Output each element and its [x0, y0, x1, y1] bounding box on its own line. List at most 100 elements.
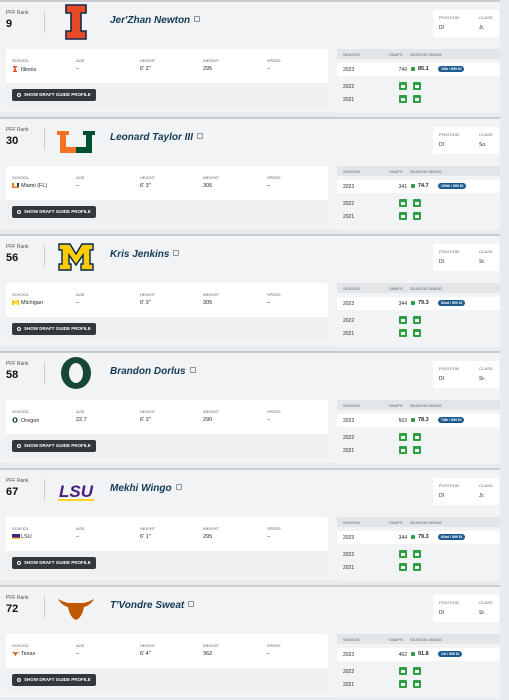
player-name[interactable]: Brandon Dorlus [110, 366, 186, 377]
school: SCHOOL Texas [12, 643, 35, 657]
locked-grade-icon[interactable] [413, 199, 421, 207]
speed: SPEED – [267, 409, 281, 423]
show-draft-guide-profile-button[interactable]: SHOW DRAFT GUIDE PROFILE [12, 323, 96, 335]
locked-grade-icon[interactable] [413, 550, 421, 558]
class-label: CLASS [479, 15, 493, 20]
grade-row-2023: 2023 344 79.3 62nd / 899 DI [337, 531, 500, 544]
player-name-link[interactable]: Brandon Dorlus [110, 366, 196, 377]
locked-snaps-icon[interactable] [399, 667, 407, 675]
locked-snaps-icon[interactable] [399, 446, 407, 454]
flag-icon[interactable] [175, 484, 182, 490]
player-name[interactable]: Jer'Zhan Newton [110, 15, 190, 26]
player-name[interactable]: Mekhi Wingo [110, 483, 172, 494]
school-mini-logo [12, 534, 20, 539]
grade-row-grade: 79.3 [418, 534, 429, 540]
show-draft-guide-profile-button[interactable]: SHOW DRAFT GUIDE PROFILE [12, 89, 96, 101]
grade-row-season: 2023 [343, 535, 355, 541]
grade-row-season: 2023 [343, 184, 355, 190]
flag-icon[interactable] [188, 601, 195, 607]
age-value: – [76, 651, 80, 657]
player-name[interactable]: Leonard Taylor III [110, 132, 193, 143]
locked-snaps-icon[interactable] [399, 212, 407, 220]
locked-snaps-icon[interactable] [399, 82, 407, 90]
locked-grade-icon[interactable] [413, 680, 421, 688]
weight-value: 305 [203, 183, 213, 189]
player-name[interactable]: Kris Jenkins [110, 249, 169, 260]
locked-grade-icon[interactable] [413, 212, 421, 220]
player-name-link[interactable]: Jer'Zhan Newton [110, 15, 201, 26]
school-mini-logo [12, 651, 19, 656]
season-grade-table: SEASON SNAPS SEASON GRADE 2023 563 78.3 … [337, 400, 500, 464]
locked-grade-icon[interactable] [413, 82, 421, 90]
grade-row-season: 2022 [343, 435, 355, 441]
speed: SPEED – [267, 292, 281, 306]
height-value: 6' 3" [140, 300, 151, 306]
locked-snaps-icon[interactable] [399, 199, 407, 207]
flag-icon[interactable] [194, 16, 201, 22]
season-grade-header: SEASON GRADE [410, 52, 443, 57]
season-grade-header: SEASON GRADE [410, 637, 443, 642]
flag-icon[interactable] [196, 133, 203, 139]
player-name-link[interactable]: T'Vondre Sweat [110, 600, 195, 611]
grade-row-season: 2021 [343, 97, 355, 103]
locked-grade-icon[interactable] [413, 446, 421, 454]
player-name-link[interactable]: Kris Jenkins [110, 249, 180, 260]
age-label: AGE [76, 175, 85, 180]
pff-rank-label: PFF Rank [6, 478, 29, 484]
class: CLASS Sr. [479, 600, 493, 616]
player-name-link[interactable]: Leonard Taylor III [110, 132, 203, 143]
weight: WEIGHT 295 [203, 526, 219, 540]
height-label: HEIGHT [140, 292, 156, 297]
position: POSITION DI [439, 15, 459, 31]
flag-icon[interactable] [173, 250, 180, 256]
profile-strip: SHOW DRAFT GUIDE PROFILE [6, 200, 328, 224]
school-label: SCHOOL [12, 292, 29, 297]
age: AGE – [76, 292, 84, 306]
locked-snaps-icon[interactable] [399, 550, 407, 558]
pff-rank-label: PFF Rank [6, 244, 29, 250]
locked-grade-icon[interactable] [413, 329, 421, 337]
grade-row-season: 2022 [343, 552, 355, 558]
locked-snaps-icon[interactable] [399, 680, 407, 688]
locked-grade-icon[interactable] [413, 316, 421, 324]
class: CLASS Sr. [479, 249, 493, 265]
school: SCHOOL Illinois [12, 58, 36, 73]
grade-row-2023: 2023 344 79.3 62nd / 899 DI [337, 297, 500, 310]
player-card-illinois: PFF Rank 9 Jer'Zhan Newton POSITION DI C… [0, 0, 500, 113]
locked-grade-icon[interactable] [413, 563, 421, 571]
player-name-link[interactable]: Mekhi Wingo [110, 483, 182, 494]
grade-row-2022: 2022 [337, 431, 500, 444]
locked-grade-icon[interactable] [413, 433, 421, 441]
show-draft-guide-profile-label: SHOW DRAFT GUIDE PROFILE [24, 443, 91, 448]
grade-row-season: 2022 [343, 669, 355, 675]
height-label: HEIGHT [140, 58, 156, 63]
profile-strip: SHOW DRAFT GUIDE PROFILE [6, 551, 328, 575]
player-name[interactable]: T'Vondre Sweat [110, 600, 184, 611]
locked-snaps-icon[interactable] [399, 95, 407, 103]
position-label: POSITION [439, 15, 459, 20]
pff-rank-label: PFF Rank [6, 10, 29, 16]
grade-row-2021: 2021 [337, 561, 500, 574]
locked-grade-icon[interactable] [413, 95, 421, 103]
grade-row-snaps: 749 [398, 67, 407, 73]
grade-table-header: SEASON SNAPS SEASON GRADE [337, 283, 500, 293]
pff-rank-value: 30 [6, 135, 19, 147]
locked-snaps-icon[interactable] [399, 433, 407, 441]
locked-snaps-icon[interactable] [399, 316, 407, 324]
grade-row-season: 2021 [343, 565, 355, 571]
grade-rank-badge: 74th / 899 DI [438, 417, 465, 423]
locked-grade-icon[interactable] [413, 667, 421, 675]
locked-snaps-icon[interactable] [399, 329, 407, 337]
show-draft-guide-profile-button[interactable]: SHOW DRAFT GUIDE PROFILE [12, 440, 96, 452]
show-draft-guide-profile-button[interactable]: SHOW DRAFT GUIDE PROFILE [12, 206, 96, 218]
school-label: SCHOOL [12, 643, 29, 648]
locked-snaps-icon[interactable] [399, 563, 407, 571]
school-value: Texas [12, 651, 35, 657]
flag-icon[interactable] [189, 367, 196, 373]
pff-rank-label: PFF Rank [6, 127, 29, 133]
show-draft-guide-profile-button[interactable]: SHOW DRAFT GUIDE PROFILE [12, 674, 96, 686]
grade-row-2021: 2021 [337, 444, 500, 457]
position-value: DI [439, 493, 444, 499]
show-draft-guide-profile-button[interactable]: SHOW DRAFT GUIDE PROFILE [12, 557, 96, 569]
grade-row-grade: 91.8 [418, 651, 429, 657]
